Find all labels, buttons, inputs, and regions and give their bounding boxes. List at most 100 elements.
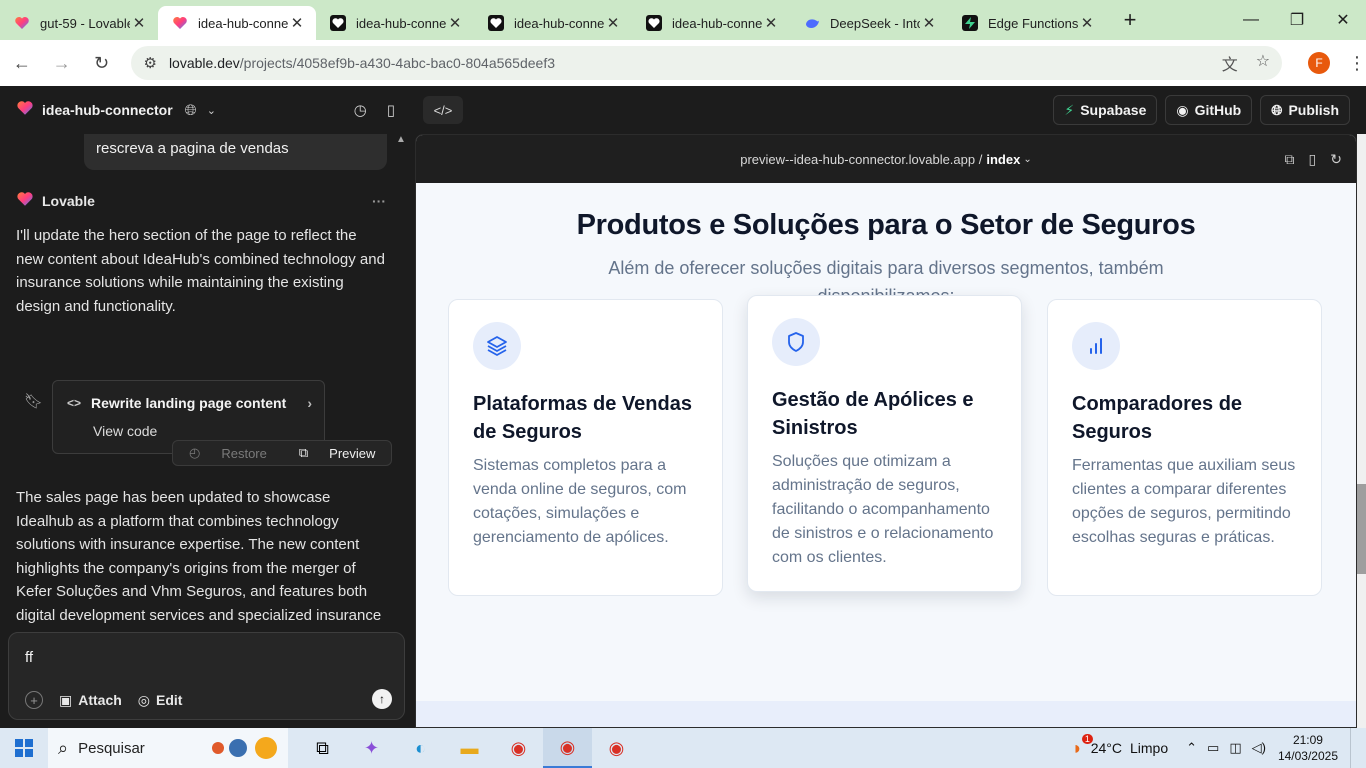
bookmark-icon[interactable]: 🔖︎ (24, 392, 43, 410)
windows-start-icon[interactable] (0, 728, 48, 768)
url-path: /projects/4058ef9b-a430-4abc-bac0-804a56… (239, 55, 556, 71)
refresh-icon[interactable]: ↻ (1330, 151, 1342, 168)
lovable-app: idea-hub-connector 🌐︎ ⌄ ◷ ▯ </> ⚡ Supabas… (0, 86, 1366, 728)
supabase-label: Supabase (1080, 102, 1147, 118)
publish-button[interactable]: 🌐︎ Publish (1260, 95, 1350, 125)
file-explorer-icon[interactable]: ▬ (445, 728, 494, 768)
chrome-profile-k-icon[interactable]: ◉ (592, 728, 641, 768)
browser-toolbar: ← → ↻ ⚙ lovable.dev/projects/4058ef9b-a4… (0, 40, 1366, 86)
battery-icon[interactable]: ▭ (1207, 740, 1219, 756)
weather-widget[interactable]: ◗ 1 24°C Limpo (1072, 733, 1168, 759)
close-tab-icon[interactable]: ✕ (920, 14, 938, 32)
attach-button[interactable]: ▣ Attach (59, 692, 122, 709)
browser-tab-3[interactable]: idea-hub-conne ✕ (316, 6, 474, 40)
mobile-view-icon[interactable]: ▯ (1309, 151, 1317, 168)
new-tab-button[interactable]: + (1114, 4, 1146, 36)
browser-tab-2[interactable]: idea-hub-conne ✕ (158, 6, 316, 40)
taskbar-search[interactable]: ⌕ Pesquisar (48, 728, 288, 768)
add-icon[interactable]: + (25, 691, 43, 709)
address-bar[interactable]: ⚙ lovable.dev/projects/4058ef9b-a430-4ab… (131, 46, 1283, 80)
supabase-button[interactable]: ⚡ Supabase (1053, 95, 1158, 125)
edit-button[interactable]: ◎ Edit (138, 692, 183, 709)
bookmark-star-icon[interactable]: ☆ (1256, 51, 1270, 75)
more-options-icon[interactable]: ··· (372, 193, 386, 209)
chevron-right-icon[interactable]: › (307, 395, 312, 411)
card-title: Gestão de Apólices e Sinistros (772, 389, 974, 439)
tab-title: gut-59 - Lovable (40, 15, 130, 31)
github-icon: ◉ (1176, 101, 1189, 118)
site-settings-icon[interactable]: ⚙ (143, 54, 156, 72)
browser-tab-4[interactable]: idea-hub-conne ✕ (474, 6, 632, 40)
chat-input[interactable]: ff (25, 649, 33, 666)
tab-title: DeepSeek - Into (830, 15, 920, 31)
profile-avatar[interactable]: F (1308, 52, 1330, 74)
clock[interactable]: 21:09 14/03/2025 (1278, 732, 1338, 764)
minimize-icon[interactable]: — (1228, 0, 1274, 40)
chrome-icon[interactable]: ◉ (494, 728, 543, 768)
sidebar-toggle-icon[interactable]: ▯ (387, 101, 395, 119)
chrome-profile-f-icon[interactable]: ◉ (543, 728, 592, 768)
project-name[interactable]: idea-hub-connector (42, 102, 173, 118)
code-icon: <> (67, 396, 82, 410)
restore-icon[interactable]: ❐ (1274, 0, 1320, 40)
preview-scrollbar[interactable] (1357, 134, 1366, 728)
volume-icon[interactable]: ◁) (1252, 740, 1266, 756)
chevron-down-icon[interactable]: ⌄ (1023, 154, 1031, 165)
edit-label: Edit (156, 692, 183, 708)
card-text: Soluções que otimizam a administração de… (772, 453, 994, 566)
browser-menu-icon[interactable]: ⋮ (1348, 53, 1366, 74)
url-host: lovable.dev (168, 55, 240, 71)
chevron-up-icon[interactable]: ⌃ (1186, 740, 1197, 756)
close-window-icon[interactable]: ✕ (1320, 0, 1366, 40)
search-placeholder: Pesquisar (78, 739, 145, 757)
external-link-icon: ⧉ (298, 445, 309, 460)
bot-name: Lovable (42, 192, 95, 209)
browser-tab-strip: gut-59 - Lovable ✕ idea-hub-conne ✕ idea… (0, 0, 1366, 40)
browser-tab-1[interactable]: gut-59 - Lovable ✕ (0, 6, 158, 40)
tab-title: Edge Functions | (988, 15, 1078, 31)
github-button[interactable]: ◉ GitHub (1165, 95, 1253, 125)
send-button[interactable]: ↑ (372, 689, 392, 709)
deepseek-whale-icon (804, 15, 820, 31)
open-external-icon[interactable]: ⧉ (1285, 151, 1295, 168)
copilot-icon[interactable]: ✦ (347, 728, 396, 768)
translate-icon[interactable]: 文 (1222, 51, 1238, 75)
system-tray: ◗ 1 24°C Limpo ⌃ ▭ ◫ ◁) 21:09 14/03/2025 (1072, 728, 1366, 768)
chat-input-box[interactable]: ff + ▣ Attach ◎ Edit ↑ (8, 632, 405, 720)
show-desktop-button[interactable] (1350, 728, 1366, 768)
card-title: Comparadores de Seguros (1072, 393, 1243, 443)
close-tab-icon[interactable]: ✕ (762, 14, 780, 32)
lovable-heart-icon (16, 190, 34, 211)
user-message: rescreva a pagina de vendas (84, 134, 387, 170)
code-toggle-button[interactable]: </> (423, 96, 463, 124)
bar-chart-icon (1072, 322, 1120, 370)
scroll-up-icon[interactable]: ▲ (396, 134, 406, 145)
browser-tab-7[interactable]: Edge Functions | ✕ (948, 6, 1106, 40)
task-view-icon[interactable]: ⧉ (298, 728, 347, 768)
close-tab-icon[interactable]: ✕ (130, 14, 148, 32)
close-tab-icon[interactable]: ✕ (604, 14, 622, 32)
time: 21:09 (1292, 733, 1323, 747)
close-tab-icon[interactable]: ✕ (446, 14, 464, 32)
heart-icon (646, 15, 662, 31)
forward-arrow-icon[interactable]: → (44, 45, 80, 81)
edge-icon[interactable]: ◐ (396, 728, 445, 768)
close-tab-icon[interactable]: ✕ (288, 14, 306, 32)
reload-icon[interactable]: ↻ (84, 45, 120, 81)
back-arrow-icon[interactable]: ← (4, 45, 40, 81)
weather-icon: ◗ 1 (1072, 733, 1093, 759)
close-tab-icon[interactable]: ✕ (1078, 14, 1096, 32)
globe-icon[interactable]: 🌐︎ (185, 102, 197, 119)
restore-button[interactable]: ◴ Restore (173, 445, 283, 461)
weather-temp: 24°C (1090, 740, 1122, 756)
preview-url[interactable]: preview--idea-hub-connector.lovable.app (740, 152, 975, 167)
browser-tab-6[interactable]: DeepSeek - Into ✕ (790, 6, 948, 40)
network-icon[interactable]: ◫ (1229, 740, 1241, 756)
preview-button[interactable]: ⧉ Preview (283, 445, 392, 461)
preview-label: Preview (329, 445, 376, 461)
history-icon[interactable]: ◷ (354, 101, 367, 119)
view-code-link[interactable]: View code (93, 423, 157, 439)
browser-tab-5[interactable]: idea-hub-conne ✕ (632, 6, 790, 40)
route-select[interactable]: index (986, 152, 1020, 167)
chevron-down-icon[interactable]: ⌄ (207, 104, 216, 117)
